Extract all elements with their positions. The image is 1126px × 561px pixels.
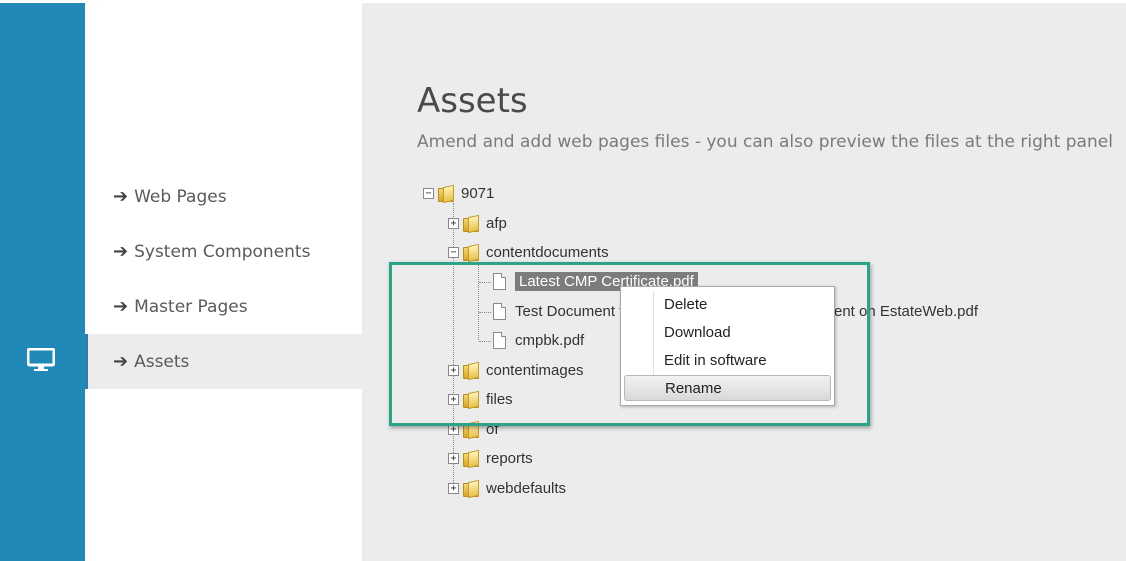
arrow-right-icon: ➔	[113, 241, 129, 262]
tree-node-webdefaults[interactable]: + webdefaults	[448, 477, 566, 499]
arrow-right-icon: ➔	[113, 351, 129, 372]
tree-node-reports[interactable]: + reports	[448, 447, 533, 469]
app-rail	[0, 3, 85, 561]
folder-icon	[463, 481, 479, 497]
sidebar: ➔ Web Pages ➔ System Components ➔ Master…	[85, 3, 362, 561]
monitor-icon[interactable]	[27, 348, 55, 372]
page-subtitle: Amend and add web pages files - you can …	[417, 132, 1113, 152]
tree-node-afp[interactable]: + afp	[448, 212, 507, 234]
expand-icon[interactable]: +	[448, 482, 459, 494]
arrow-right-icon: ➔	[113, 296, 129, 317]
menu-item-delete[interactable]: Delete	[624, 291, 831, 317]
folder-icon	[438, 186, 454, 202]
tree-node-contentdocuments[interactable]: − contentdocuments	[448, 241, 609, 263]
folder-icon	[463, 216, 479, 232]
collapse-icon[interactable]: −	[448, 246, 459, 258]
folder-icon	[463, 245, 479, 261]
menu-item-rename[interactable]: Rename	[624, 375, 831, 401]
sidebar-item-system-components[interactable]: ➔ System Components	[85, 224, 362, 279]
tree-node-label: reports	[486, 449, 533, 467]
sidebar-item-label: System Components	[134, 241, 311, 262]
sidebar-item-web-pages[interactable]: ➔ Web Pages	[85, 169, 362, 224]
tree-node-label: afp	[486, 214, 507, 232]
expand-icon[interactable]: +	[448, 217, 459, 229]
context-menu: Delete Download Edit in software Rename	[620, 286, 835, 406]
collapse-icon[interactable]: −	[423, 187, 434, 199]
menu-item-edit-in-software[interactable]: Edit in software	[624, 347, 831, 373]
sidebar-item-label: Assets	[134, 351, 190, 372]
folder-icon	[463, 451, 479, 467]
sidebar-item-label: Master Pages	[134, 296, 248, 317]
tree-node-root[interactable]: − 9071	[423, 182, 494, 204]
page-title: Assets	[417, 81, 528, 121]
tree-node-label: contentdocuments	[486, 243, 609, 261]
sidebar-item-master-pages[interactable]: ➔ Master Pages	[85, 279, 362, 334]
arrow-right-icon: ➔	[113, 186, 129, 207]
sidebar-item-label: Web Pages	[134, 186, 227, 207]
tree-node-label: webdefaults	[486, 479, 567, 497]
tree-node-label: 9071	[461, 184, 495, 202]
menu-item-download[interactable]: Download	[624, 319, 831, 345]
expand-icon[interactable]: +	[448, 452, 459, 464]
sidebar-item-assets[interactable]: ➔ Assets	[85, 334, 362, 389]
